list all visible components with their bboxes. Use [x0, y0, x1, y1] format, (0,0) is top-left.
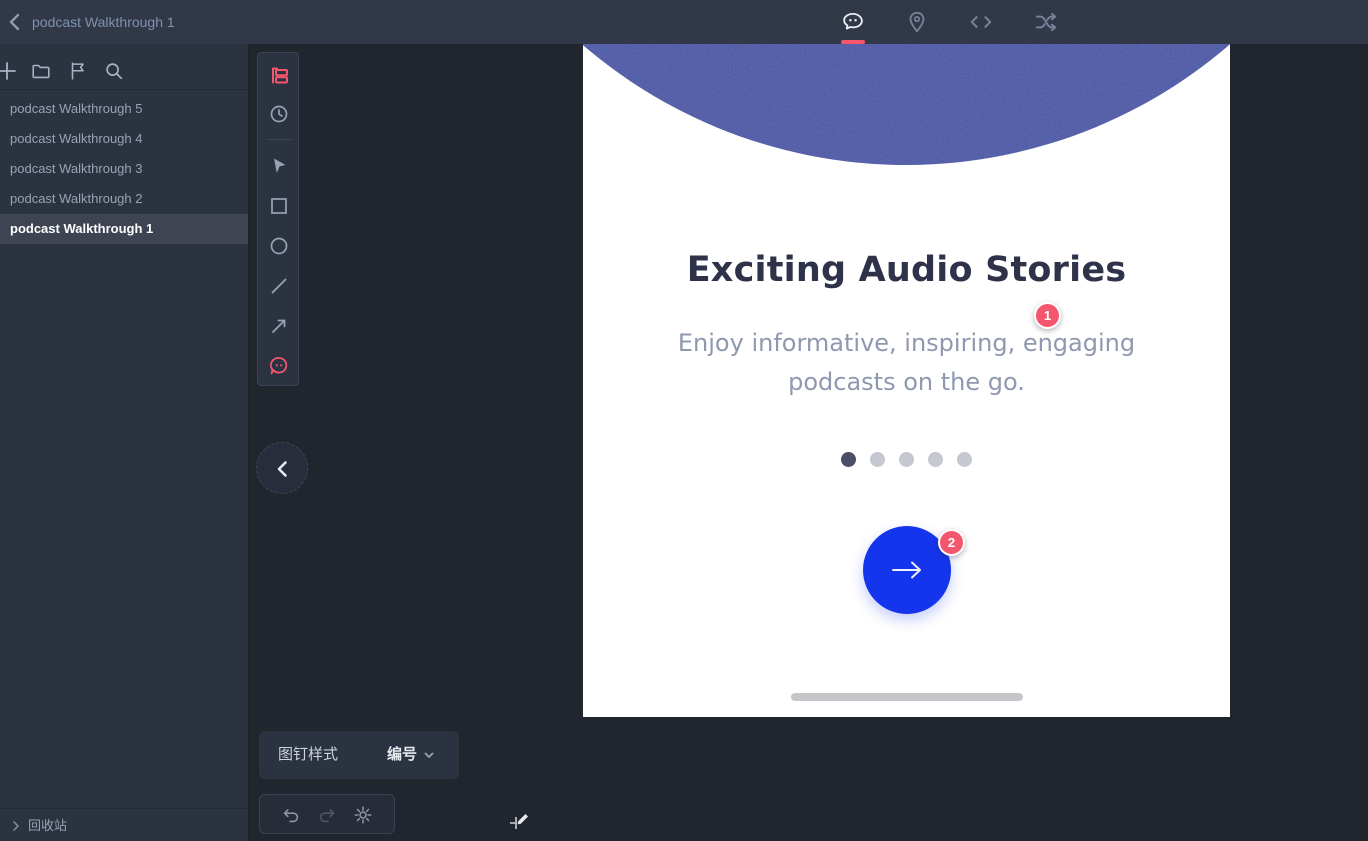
page-list-item[interactable]: podcast Walkthrough 4: [0, 124, 248, 154]
redo-button[interactable]: [316, 804, 338, 826]
comment-pin-icon: [270, 357, 288, 375]
location-pin-icon: [909, 11, 925, 33]
comment-pin-tool[interactable]: [267, 354, 291, 378]
recycle-bin-row[interactable]: 回收站: [0, 808, 248, 841]
prototype-canvas[interactable]: Exciting Audio Stories Enjoy informative…: [583, 44, 1230, 717]
recycle-bin-label: 回收站: [28, 818, 68, 833]
comment-bubble-icon: [843, 12, 863, 30]
tab-embed-code[interactable]: [968, 9, 994, 35]
palette-divider: [266, 139, 292, 140]
arrow-tool[interactable]: [267, 314, 291, 338]
topbar: podcast Walkthrough 1: [0, 0, 1368, 44]
pagination-dot: [870, 452, 885, 467]
pagination-dot: [928, 452, 943, 467]
page-list-item-selected[interactable]: podcast Walkthrough 1: [0, 214, 248, 244]
code-icon: [970, 16, 992, 28]
rectangle-tool[interactable]: [267, 194, 291, 218]
screen-subtitle: Enjoy informative, inspiring, engaging p…: [583, 324, 1230, 402]
pin-list-tool[interactable]: [267, 64, 291, 88]
redo-icon: [319, 809, 335, 823]
history-bar: [259, 794, 395, 834]
pagination-dots: [583, 452, 1230, 467]
ellipse-tool[interactable]: [267, 234, 291, 258]
chevron-left-icon: [277, 461, 287, 477]
rectangle-icon: [271, 198, 287, 214]
page-list-item[interactable]: podcast Walkthrough 2: [0, 184, 248, 214]
sidebar: podcast Walkthrough 5 podcast Walkthroug…: [0, 44, 249, 841]
pin-style-label: 图钉样式: [278, 746, 339, 763]
comment-pin-2[interactable]: 2: [938, 529, 965, 556]
back-chevron-icon: [9, 13, 20, 31]
comment-pin-1[interactable]: 1: [1034, 302, 1061, 329]
tab-flow[interactable]: [1033, 9, 1059, 35]
flag-button[interactable]: [67, 60, 89, 82]
folder-button[interactable]: [30, 60, 52, 82]
pin-style-panel: 图钉样式 编号: [259, 731, 459, 779]
hero-circle-graphic: [583, 44, 1230, 165]
tab-comments[interactable]: [840, 9, 866, 44]
history-tool[interactable]: [267, 102, 291, 126]
undo-icon: [283, 809, 299, 823]
pointer-tool[interactable]: [267, 154, 291, 178]
pin-list-icon: [272, 67, 288, 84]
shuffle-icon: [1035, 12, 1057, 32]
home-indicator-bar: [791, 693, 1023, 701]
pin-placement-cursor-icon: [502, 809, 534, 841]
arrow-icon: [272, 319, 286, 333]
subtitle-line-1: Enjoy informative, inspiring, engaging: [677, 329, 1136, 357]
page-list-item[interactable]: podcast Walkthrough 3: [0, 154, 248, 184]
arrow-right-icon: [892, 561, 921, 579]
document-title: podcast Walkthrough 1: [32, 14, 175, 30]
ellipse-icon: [270, 237, 288, 255]
screen-heading: Exciting Audio Stories: [686, 250, 1127, 290]
search-icon: [106, 63, 123, 80]
search-button[interactable]: [103, 60, 125, 82]
chevron-down-icon[interactable]: [422, 748, 436, 762]
tab-pins[interactable]: [904, 9, 930, 35]
pin-style-dropdown[interactable]: 编号: [387, 731, 417, 779]
expand-chevron-icon: [10, 820, 22, 832]
add-page-button[interactable]: [0, 60, 18, 82]
undo-button[interactable]: [280, 804, 302, 826]
page-list-item[interactable]: podcast Walkthrough 5: [0, 94, 248, 124]
back-button[interactable]: [4, 11, 28, 33]
app-window: podcast Walkthrough 1 podcast Walkthroug…: [0, 0, 1368, 841]
plus-icon: [0, 62, 16, 80]
pagination-dot: [957, 452, 972, 467]
pagination-dot-active: [841, 452, 856, 467]
line-tool[interactable]: [267, 274, 291, 298]
cursor-icon: [274, 158, 286, 173]
gear-icon: [354, 806, 372, 824]
pagination-dot: [899, 452, 914, 467]
page-list: podcast Walkthrough 5 podcast Walkthroug…: [0, 94, 248, 244]
subtitle-line-2: podcasts on the go.: [788, 368, 1025, 396]
tool-palette: [257, 52, 299, 386]
active-tab-underline: [841, 40, 865, 44]
flag-icon: [71, 62, 84, 80]
collapse-sidebar-button[interactable]: [256, 442, 308, 494]
line-icon: [271, 278, 287, 294]
folder-icon: [32, 64, 50, 79]
clock-icon: [270, 105, 288, 123]
settings-button[interactable]: [352, 804, 374, 826]
sidebar-toolbar: [0, 44, 248, 90]
